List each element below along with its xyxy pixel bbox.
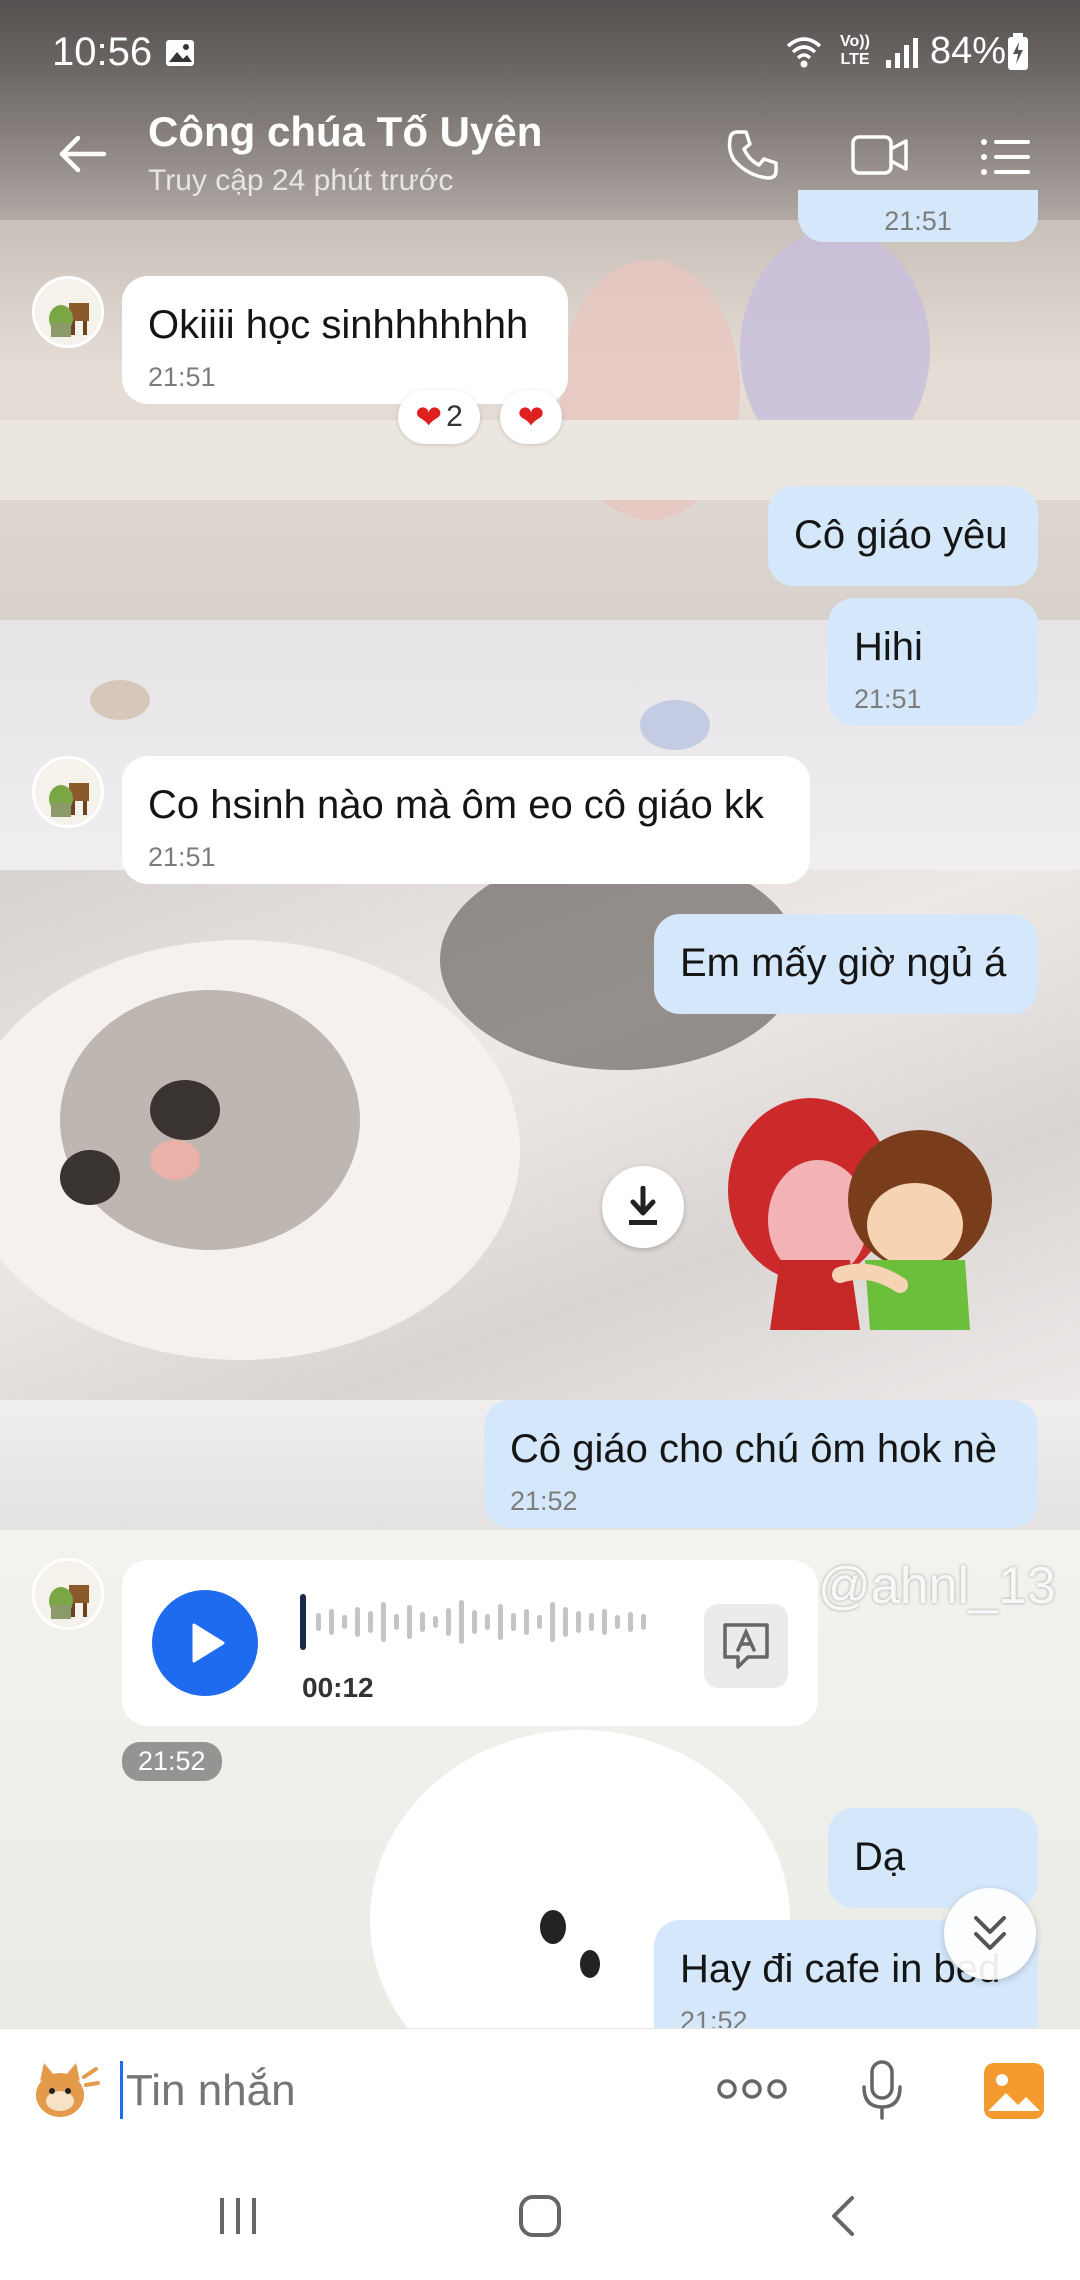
play-icon: [192, 1623, 225, 1663]
battery-percent: 84%: [930, 30, 1007, 72]
waveform-bar: [316, 1613, 321, 1631]
phone-icon[interactable]: [726, 128, 780, 182]
wifi-icon: [786, 37, 822, 68]
battery-icon: [1008, 33, 1028, 70]
message-text: Cô giáo cho chú ôm hok nè: [510, 1427, 997, 1471]
video-call-icon[interactable]: [850, 134, 910, 176]
message-time: 21:51: [884, 206, 952, 236]
system-navigation-bar: [0, 2150, 1080, 2280]
speech-to-text-button[interactable]: [704, 1604, 788, 1688]
waveform-bar: [628, 1612, 633, 1632]
image-icon: [166, 40, 194, 66]
message-text: Dạ: [854, 1835, 906, 1879]
waveform-bar: [511, 1613, 516, 1631]
double-chevron-down-icon: [974, 1916, 1006, 1950]
message-text: Cô giáo yêu: [794, 513, 1008, 557]
waveform-bar: [537, 1615, 542, 1629]
avatar-image: [49, 783, 89, 817]
scroll-to-bottom-button[interactable]: [944, 1888, 1036, 1980]
waveform-bar: [459, 1600, 464, 1644]
contact-avatar[interactable]: [32, 756, 104, 828]
watermark-text: @ahnl_13: [818, 1557, 1056, 1615]
waveform-bar: [407, 1605, 412, 1639]
microphone-icon[interactable]: [860, 2059, 904, 2121]
waveform-bar: [576, 1611, 581, 1633]
waveform-bar: [433, 1616, 438, 1628]
message-time: 21:51: [148, 362, 216, 392]
caret: [120, 2061, 123, 2119]
waveform-bar: [641, 1614, 646, 1630]
waveform-bar: [550, 1602, 555, 1642]
waveform-bar: [602, 1609, 607, 1635]
waveform-bar: [498, 1604, 503, 1640]
reaction-summary[interactable]: ❤ 2: [398, 390, 480, 444]
sticker-icon[interactable]: [30, 2059, 100, 2123]
contact-name[interactable]: Công chúa Tố Uyên: [148, 108, 542, 156]
waveform-bar: [524, 1609, 529, 1635]
react-button[interactable]: ❤: [500, 390, 562, 444]
signal-icon: [886, 38, 918, 68]
message-bubble-incoming[interactable]: Okiiii học sinhhhhhhh 21:51: [122, 276, 568, 404]
message-time: 21:52: [680, 2006, 748, 2028]
recent-apps-icon[interactable]: [216, 2196, 260, 2236]
message-bubble-incoming[interactable]: Co hsinh nào mà ôm eo cô giáo kk 21:51: [122, 756, 810, 884]
waveform-bar: [446, 1608, 451, 1636]
message-composer: [0, 2028, 1080, 2151]
waveform-bar: [615, 1615, 620, 1629]
heart-icon: ❤: [415, 399, 443, 435]
contact-avatar[interactable]: [32, 1558, 104, 1630]
message-bubble-outgoing[interactable]: Hihi 21:51: [828, 598, 1038, 726]
message-time: 21:52: [510, 1486, 578, 1516]
last-seen-status: Truy cập 24 phút trước: [148, 164, 454, 197]
message-input[interactable]: [124, 2053, 688, 2129]
message-bubble-outgoing-partial[interactable]: 21:51: [798, 190, 1038, 242]
volte-icon: Vo)) LTE: [838, 33, 872, 69]
download-button[interactable]: [602, 1166, 684, 1248]
waveform-bar: [329, 1609, 334, 1635]
back-icon[interactable]: [828, 2194, 856, 2238]
waveform-bar: [368, 1611, 373, 1633]
menu-icon[interactable]: [980, 138, 1032, 176]
reaction-count: 2: [446, 400, 463, 433]
waveform-bar: [355, 1607, 360, 1637]
contact-avatar[interactable]: [32, 276, 104, 348]
message-time: 21:51: [854, 684, 922, 714]
back-arrow-icon[interactable]: [56, 132, 108, 176]
waveform[interactable]: [300, 1590, 670, 1654]
waveform-bar: [563, 1607, 568, 1637]
gallery-icon[interactable]: [982, 2061, 1046, 2121]
message-text: Em mấy giờ ngủ á: [680, 941, 1007, 985]
avatar-image: [49, 303, 89, 337]
message-text: Co hsinh nào mà ôm eo cô giáo kk: [148, 783, 764, 827]
waveform-bar: [381, 1602, 386, 1642]
message-text: Hihi: [854, 625, 923, 669]
download-icon: [629, 1186, 657, 1225]
hug-sticker[interactable]: [700, 1090, 1030, 1340]
more-icon[interactable]: [716, 2075, 788, 2103]
voice-message-bubble[interactable]: 00:12: [122, 1560, 818, 1726]
waveform-bar: [589, 1613, 594, 1631]
message-bubble-outgoing[interactable]: Em mấy giờ ngủ á: [654, 914, 1038, 1014]
heart-icon: ❤: [517, 399, 545, 435]
waveform-bar: [485, 1614, 490, 1630]
waveform-bar: [472, 1610, 477, 1634]
play-button[interactable]: [152, 1590, 258, 1696]
waveform-bar: [394, 1614, 399, 1630]
waveform-bar: [342, 1615, 347, 1629]
message-time: 21:51: [148, 842, 216, 872]
status-bar: 10:56 Vo)) LTE 84%: [0, 0, 1080, 100]
voice-message-time: 21:52: [122, 1742, 222, 1781]
waveform-bar: [420, 1612, 425, 1632]
voice-duration: 00:12: [302, 1672, 374, 1703]
message-text: Okiiii học sinhhhhhhh: [148, 303, 529, 347]
avatar-image: [49, 1585, 89, 1619]
message-bubble-outgoing[interactable]: Cô giáo yêu: [768, 486, 1038, 586]
home-icon[interactable]: [518, 2194, 562, 2238]
speech-to-text-icon: [723, 1623, 769, 1669]
network-label: LTE: [840, 51, 870, 68]
status-time: 10:56: [52, 30, 153, 74]
message-bubble-outgoing[interactable]: Cô giáo cho chú ôm hok nè 21:52: [484, 1400, 1038, 1528]
